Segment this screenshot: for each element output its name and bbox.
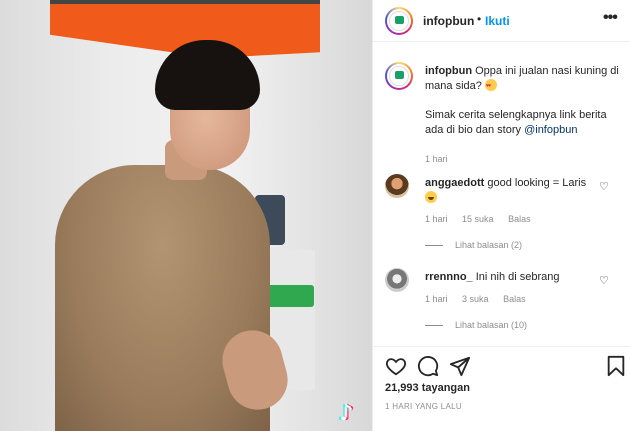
heart-eyes-emoji-icon	[484, 79, 497, 94]
reply-button[interactable]: Balas	[503, 294, 526, 304]
post-footer: 21,993 tayangan 1 HARI YANG LALU	[373, 346, 630, 431]
reply-button[interactable]: Balas	[508, 214, 531, 224]
comment-time[interactable]: 1 hari	[425, 294, 448, 304]
post-header: infopbun • Ikuti •••	[373, 0, 630, 42]
heart-icon[interactable]	[385, 355, 407, 377]
more-options-icon[interactable]: •••	[603, 9, 618, 27]
comment-username[interactable]: anggaedott	[425, 177, 484, 189]
comment-likes[interactable]: 15 suka	[462, 214, 494, 224]
action-bar	[385, 355, 625, 379]
comment-text: anggaedott good looking = Laris	[425, 176, 600, 206]
comment-meta: 1 hari 15 suka Balas	[425, 214, 543, 224]
paper-plane-icon[interactable]	[449, 355, 471, 377]
view-replies-button[interactable]: Lihat balasan (10)	[425, 320, 527, 330]
comment-like-heart-icon[interactable]: ♡	[599, 274, 609, 287]
author-username[interactable]: infopbun	[423, 14, 474, 28]
view-count[interactable]: 21,993 tayangan	[385, 382, 470, 394]
caption-mention-link[interactable]: @infopbun	[524, 124, 577, 136]
follow-button[interactable]: Ikuti	[485, 14, 510, 28]
comment-likes[interactable]: 3 suka	[462, 294, 489, 304]
caption-text: infopbun Oppa ini jualan nasi kuning di …	[425, 64, 625, 138]
comment-bubble-icon[interactable]	[417, 355, 439, 377]
caption-username[interactable]: infopbun	[425, 65, 472, 77]
comment-text: rrennno_ Ini nih di sebrang	[425, 270, 600, 285]
caption-time[interactable]: 1 hari	[425, 154, 448, 164]
comment-time[interactable]: 1 hari	[425, 214, 448, 224]
laughing-emoji-icon	[425, 191, 437, 203]
comment-meta: 1 hari 3 suka Balas	[425, 294, 538, 304]
comment-like-heart-icon[interactable]: ♡	[599, 180, 609, 193]
caption-avatar[interactable]	[385, 62, 413, 90]
post-side-panel: infopbun • Ikuti ••• infopbun Oppa ini j…	[372, 0, 630, 431]
caption-line-2: Simak cerita selengkapnya link berita ad…	[425, 109, 607, 136]
author-avatar[interactable]	[385, 7, 413, 35]
bookmark-icon[interactable]	[605, 355, 627, 377]
view-replies-button[interactable]: Lihat balasan (2)	[425, 240, 522, 250]
view-replies-label: Lihat balasan (2)	[455, 240, 523, 250]
view-replies-label: Lihat balasan (10)	[455, 320, 528, 330]
comment-username[interactable]: rrennno_	[425, 271, 473, 283]
comment-body: good looking = Laris	[487, 177, 587, 189]
commenter-avatar[interactable]	[385, 268, 409, 292]
brand-logo-icon	[389, 66, 409, 86]
replies-divider	[425, 325, 443, 327]
separator-dot: •	[477, 12, 482, 26]
tiktok-icon: ♪	[338, 401, 354, 426]
comments-section: infopbun Oppa ini jualan nasi kuning di …	[373, 56, 630, 346]
comment-body: Ini nih di sebrang	[475, 271, 560, 283]
post-media[interactable]: ♪	[0, 0, 372, 431]
brand-logo-icon	[389, 11, 409, 31]
post-date[interactable]: 1 HARI YANG LALU	[385, 402, 462, 411]
commenter-avatar[interactable]	[385, 174, 409, 198]
replies-divider	[425, 245, 443, 247]
